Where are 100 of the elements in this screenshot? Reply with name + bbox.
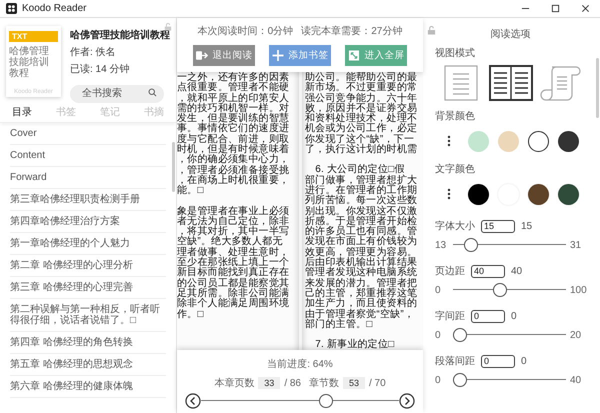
section-label: 视图模式 — [435, 46, 476, 60]
toc-item[interactable]: 第四章哈佛经理治疗方案 — [10, 211, 166, 233]
value-input[interactable]: 15 — [481, 220, 515, 232]
setting-label: 字间距 — [435, 310, 465, 323]
toc-item[interactable]: 第二章 哈佛经理的心理分析 — [10, 255, 166, 277]
cover-title: 哈佛管理技能培训教程 — [9, 46, 50, 81]
color-swatch[interactable] — [468, 130, 489, 152]
setting-label: 页边距 — [435, 264, 465, 278]
page-text-line: 新目标而能找到真正存在 — [177, 268, 290, 278]
chapter-label: 章节数 — [309, 376, 339, 390]
setting-value: 15 — [521, 220, 532, 232]
slider-thumb[interactable] — [318, 394, 333, 408]
value-input[interactable]: 40 — [471, 264, 505, 278]
chapter-time-label: 读完本章需要：27分钟 — [301, 24, 402, 38]
progress-label: 当前进度: 64% — [267, 358, 333, 371]
page-text-line: 能。□ — [177, 186, 205, 197]
page-label: 本章页数 — [214, 376, 254, 390]
next-button[interactable] — [399, 393, 415, 409]
page-text-line: 7. 新事业的定位□ — [314, 340, 396, 350]
page-text-line: 发现在市面上有价钱较为 — [305, 237, 418, 248]
page-text-line: ，就和平原上的印第安人 — [177, 94, 290, 104]
toc-item[interactable]: 第二种误解与第一种相反，听者听得很仔细，说话者说错了。□ — [10, 299, 166, 332]
page-text-line: ，你的确必须集中心力， — [177, 155, 290, 166]
toc-item[interactable]: Cover — [10, 123, 166, 145]
setting-label: 字体大小 — [435, 220, 475, 233]
page-text-line: 度与它配合、前进，则取 — [177, 134, 290, 145]
page-text-line: 由于管理者察觉“空缺”， — [305, 310, 416, 320]
page-text-line: 来发展的潜力。管理者把 — [305, 278, 418, 289]
setting-value: 40 — [511, 266, 522, 276]
double-page-icon[interactable] — [488, 65, 532, 101]
search-field[interactable]: 全书搜索 — [70, 84, 164, 102]
toc-item[interactable]: 第四章 哈佛经理的角色转换 — [10, 332, 166, 354]
value-input[interactable]: 0 — [471, 310, 505, 322]
reading-time-label: 本次阅读时间：0分钟 — [198, 24, 294, 38]
more-icon[interactable] — [447, 188, 451, 200]
toc-item[interactable]: Forward — [10, 167, 166, 189]
section-label: 文字颜色 — [435, 162, 476, 176]
value-input[interactable]: 0 — [481, 354, 515, 368]
toc-item[interactable]: 第三章哈佛经理职责检测手册 — [10, 189, 166, 211]
color-swatch[interactable] — [528, 130, 549, 152]
slider-max: 100 — [570, 284, 586, 296]
reading-time: 已读: 14 分钟 — [70, 62, 130, 76]
window-title: Koodo Reader — [22, 3, 86, 14]
slider-max: 31 — [570, 240, 582, 250]
previous-button[interactable] — [185, 393, 201, 409]
page-text-line: 象是管理者在事业上必须 — [177, 206, 290, 217]
panel-title: 阅读选项 — [490, 28, 530, 41]
color-swatch[interactable] — [528, 184, 549, 204]
page-text-line: 别出现。你发现这不仅激 — [305, 206, 418, 217]
color-swatch[interactable] — [558, 130, 579, 152]
toc-item[interactable]: 第一章哈佛经理的个人魅力 — [10, 233, 166, 255]
fullscreen-icon — [348, 50, 360, 61]
slider-min: 13 — [435, 240, 448, 250]
slider-min: 0 — [435, 374, 442, 386]
page-text-line: ，管理者必须准备接受挑 — [177, 166, 290, 176]
page-text-line: 败，原因并不是证券交易 — [305, 104, 418, 114]
page-text-line: 者无法为自己定位，除非 — [177, 216, 290, 227]
setting-value: 0 — [521, 356, 527, 366]
chapter-input[interactable]: 53 — [343, 377, 365, 389]
sidebar-tab[interactable]: 目录 — [12, 105, 32, 119]
more-icon[interactable] — [447, 135, 451, 147]
slider-thumb[interactable] — [464, 238, 478, 252]
format-tag: TXT — [9, 31, 58, 42]
chapter-total: / 70 — [369, 378, 386, 388]
slider-thumb[interactable] — [453, 373, 467, 387]
toc-item[interactable]: 第五章 哈佛经理的思想观念 — [10, 354, 166, 376]
lock-icon[interactable] — [164, 23, 172, 31]
color-swatch[interactable] — [468, 184, 489, 204]
page-text-line: 强公司竞争能力。六十年 — [305, 94, 418, 104]
book-title: 哈佛管理技能培训教程 — [70, 28, 170, 42]
close-icon[interactable] — [581, 4, 590, 13]
page-total: / 86 — [284, 378, 301, 388]
scrollbar[interactable] — [596, 58, 599, 118]
toc-item[interactable]: 第六章 哈佛经理的健康体魄 — [10, 376, 166, 398]
toc-item[interactable]: 第三章 哈佛经理的心理完善 — [10, 277, 166, 299]
slider-thumb[interactable] — [453, 328, 467, 342]
page-text-line: 效更高，管理更为容易。 — [305, 248, 418, 258]
page-text-line: 足其所需。除非公司能满 — [177, 288, 290, 299]
app-logo-icon — [6, 3, 17, 14]
page-text-line: 空缺”。绝大多数人都无 — [177, 237, 284, 248]
page-text-line: 加生产力，而且使资料的 — [305, 299, 418, 310]
color-swatch[interactable] — [558, 184, 579, 204]
maximize-icon[interactable] — [551, 4, 560, 13]
page-text-line: 折感。于是管理者开始检 — [305, 216, 418, 227]
page-input[interactable]: 33 — [258, 377, 280, 389]
page-text-line: 作。□ — [177, 310, 205, 320]
page-text-line: 部门做事，管理者想扩大 — [305, 176, 418, 186]
setting-label: 段落间距 — [435, 354, 475, 368]
page-text-line: 列所苦恼。每一次这些数 — [305, 196, 418, 206]
color-swatch[interactable] — [498, 130, 519, 152]
page-text-line: 助公司。能帮助公司的最 — [305, 73, 418, 83]
plus-icon — [272, 50, 284, 61]
page-text-line: ，在商场上时机很重要， — [177, 176, 290, 186]
page-text-line: 6. 大公司的定位□假 — [314, 165, 405, 176]
page-text-line: 点很重要。管理者不能硬 — [177, 83, 290, 94]
toc-item[interactable]: Content — [10, 145, 166, 167]
page-text-line: 了，执行这计划的时机需 — [305, 145, 418, 156]
section-label: 背景颜色 — [435, 110, 476, 123]
page-text-line: 机会或为公司工作，必定 — [305, 124, 418, 134]
slider-thumb[interactable] — [492, 283, 507, 297]
